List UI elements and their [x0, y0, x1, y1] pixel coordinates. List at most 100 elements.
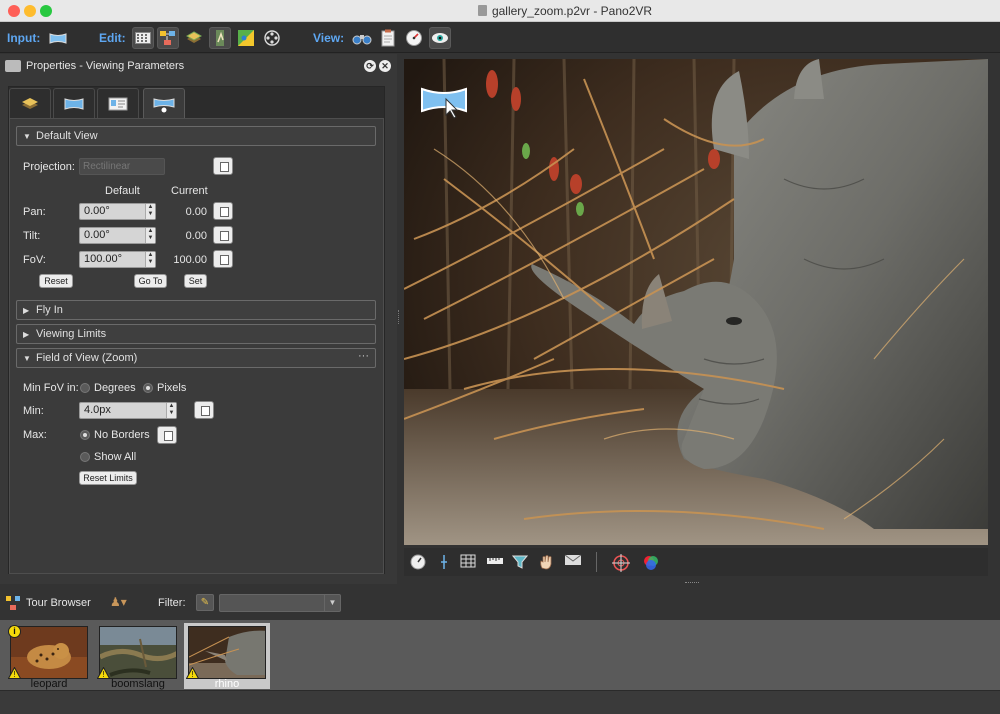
edit-label: Edit: [99, 31, 126, 45]
tour-node-name: rhino [214, 678, 240, 690]
grid-icon[interactable] [460, 554, 476, 570]
min-label: Min: [23, 405, 44, 417]
pixels-radio[interactable] [143, 383, 153, 393]
layers-icon[interactable] [183, 27, 205, 49]
reset-limits-button[interactable]: Reset Limits [79, 471, 137, 485]
tab-info[interactable] [97, 88, 139, 118]
degrees-radio[interactable] [80, 383, 90, 393]
tilt-default-value: 0.00° [84, 229, 110, 241]
ruler-icon[interactable] [486, 554, 503, 570]
pan-default-value: 0.00° [84, 205, 110, 217]
show-all-radio[interactable] [80, 452, 90, 462]
rhino-panorama-image [404, 59, 988, 545]
document-icon [477, 5, 487, 16]
goto-button[interactable]: Go To [134, 274, 167, 288]
horizontal-splitter-handle[interactable] [685, 582, 699, 584]
filter-label: Filter: [158, 597, 186, 609]
rhino-thumbnail [188, 626, 266, 679]
tour-node-leopard[interactable]: i ! leopard [6, 623, 92, 690]
envelope-map-icon[interactable] [564, 554, 582, 570]
fov-current-value: 100.00 [173, 254, 207, 266]
properties-panel: Properties - Viewing Parameters ⟳ ✕ ▼ De… [0, 54, 397, 584]
copy-pan-button[interactable] [213, 202, 233, 220]
window-title-text: gallery_zoom.p2vr - Pano2VR [491, 4, 653, 18]
pan-default-input[interactable]: 0.00° ▲ ▼ [79, 203, 156, 220]
patch-icon[interactable] [209, 27, 231, 49]
expanded-arrow-icon: ▼ [23, 132, 31, 141]
window-title: gallery_zoom.p2vr - Pano2VR [0, 4, 1000, 18]
projection-select[interactable]: Rectilinear [79, 158, 165, 175]
min-fov-value: 4.0px [84, 404, 111, 416]
tilt-default-input[interactable]: 0.00° ▲ ▼ [79, 227, 156, 244]
hand-icon[interactable] [538, 554, 554, 570]
maps-icon[interactable] [235, 27, 257, 49]
viewing-parameters-icon[interactable] [132, 27, 154, 49]
degrees-label: Degrees [94, 382, 136, 394]
panorama-input-icon[interactable] [47, 27, 69, 49]
leopard-thumbnail [10, 626, 88, 679]
spin-arrows-icon[interactable]: ▲ ▼ [166, 403, 176, 418]
color-wheel-icon[interactable] [642, 554, 658, 570]
user-dropdown-icon[interactable]: ♟▾ [110, 595, 127, 609]
spin-arrows-icon[interactable]: ▲ ▼ [145, 228, 155, 243]
chevron-down-icon[interactable]: ▼ [324, 595, 340, 611]
copy-tilt-button[interactable] [213, 226, 233, 244]
vertical-splitter-handle[interactable] [398, 310, 402, 324]
float-panel-icon[interactable]: ⟳ [364, 60, 376, 72]
tour-node-name: leopard [30, 678, 68, 690]
tilt-current-value: 0.00 [185, 230, 207, 242]
fov-zoom-title: Field of View (Zoom) [36, 352, 138, 364]
target-icon[interactable] [612, 554, 630, 572]
eye-icon[interactable] [429, 27, 451, 49]
filter-combobox[interactable]: ▼ [219, 594, 341, 612]
max-label: Max: [23, 429, 47, 441]
tour-node-rhino[interactable]: ! rhino [184, 623, 270, 690]
default-view-section[interactable]: ▼ Default View [16, 126, 376, 146]
compass-icon[interactable] [403, 27, 425, 49]
viewing-limits-section[interactable]: ▶ Viewing Limits [16, 324, 376, 344]
fov-default-value: 100.00° [84, 253, 123, 265]
tilt-label: Tilt: [23, 230, 41, 242]
tab-viewing-parameters[interactable] [143, 88, 185, 120]
fly-in-section[interactable]: ▶ Fly In [16, 300, 376, 320]
fov-zoom-section[interactable]: ▼ Field of View (Zoom) ··· [16, 348, 376, 368]
no-borders-label: No Borders [94, 429, 150, 441]
clipboard-icon[interactable] [377, 27, 399, 49]
tour-node-boomslang[interactable]: ! boomslang [95, 623, 181, 690]
media-icon[interactable] [261, 27, 283, 49]
reset-button[interactable]: Reset [39, 274, 73, 288]
spin-arrows-icon[interactable]: ▲ ▼ [145, 204, 155, 219]
tab-layers[interactable] [9, 88, 51, 118]
properties-panel-header: Properties - Viewing Parameters ⟳ ✕ [0, 54, 397, 78]
compass-icon[interactable] [410, 554, 426, 570]
tour-map-icon[interactable] [157, 27, 179, 49]
copy-max-fov-button[interactable] [157, 426, 177, 444]
viewing-parameters-icon [5, 60, 21, 72]
pixels-label: Pixels [157, 382, 187, 394]
min-fov-input[interactable]: 4.0px ▲ ▼ [79, 402, 177, 419]
collapsed-arrow-icon: ▶ [23, 306, 30, 315]
window-titlebar: gallery_zoom.p2vr - Pano2VR [0, 0, 1000, 22]
binoculars-icon[interactable] [351, 27, 373, 49]
pan-label: Pan: [23, 206, 46, 218]
tab-panorama[interactable] [53, 88, 95, 118]
copy-projection-button[interactable] [213, 157, 233, 175]
no-borders-radio[interactable] [80, 430, 90, 440]
crosshair-icon[interactable] [436, 554, 452, 570]
copy-min-fov-button[interactable] [194, 401, 214, 419]
copy-fov-button[interactable] [213, 250, 233, 268]
tag-filter-icon[interactable]: ✎ [196, 594, 214, 611]
collapsed-arrow-icon: ▶ [23, 330, 30, 339]
start-node-icon: i [8, 625, 21, 638]
more-options-icon[interactable]: ··· [358, 350, 369, 362]
set-button[interactable]: Set [184, 274, 207, 288]
close-panel-icon[interactable]: ✕ [379, 60, 391, 72]
tour-map-icon [5, 595, 21, 611]
tour-browser-title: Tour Browser [26, 597, 91, 609]
fov-default-input[interactable]: 100.00° ▲ ▼ [79, 251, 156, 268]
funnel-icon[interactable] [511, 554, 529, 570]
status-bar [0, 690, 1000, 714]
panorama-viewer[interactable] [404, 59, 988, 545]
spin-arrows-icon[interactable]: ▲ ▼ [145, 252, 155, 267]
tour-node-name: boomslang [111, 678, 165, 690]
